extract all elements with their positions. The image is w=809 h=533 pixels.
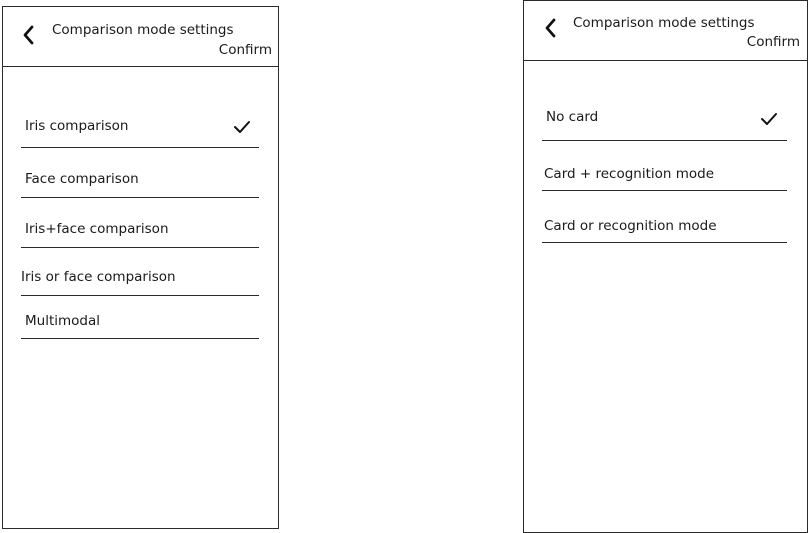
option-label: Iris+face comparison [25,221,169,237]
option-label: Multimodal [25,313,101,329]
option-label: Face comparison [25,171,139,187]
option-card-or-recognition[interactable]: Card or recognition mode [542,201,787,243]
page-title: Comparison mode settings [573,15,755,31]
header: Comparison mode settings Confirm [524,1,807,61]
option-no-card[interactable]: No card [542,97,787,141]
option-iris-comparison[interactable]: Iris comparison [21,107,259,148]
checkmark-icon [761,113,777,125]
back-button[interactable] [19,23,39,47]
option-multimodal[interactable]: Multimodal [21,301,259,339]
chevron-left-icon [545,18,556,38]
option-label: Iris comparison [25,118,129,134]
page-title: Comparison mode settings [52,22,234,38]
option-label: Card + recognition mode [544,166,715,182]
option-face-comparison[interactable]: Face comparison [21,158,259,198]
back-button[interactable] [541,16,561,40]
option-label: No card [546,109,599,125]
option-card-plus-recognition[interactable]: Card + recognition mode [542,151,787,191]
option-iris-face-comparison[interactable]: Iris+face comparison [21,208,259,248]
chevron-left-icon [23,25,34,45]
confirm-button[interactable]: Confirm [747,34,800,50]
option-label: Iris or face comparison [21,269,176,285]
confirm-button[interactable]: Confirm [219,42,272,58]
option-iris-or-face-comparison[interactable]: Iris or face comparison [21,257,259,296]
option-label: Card or recognition mode [544,218,717,234]
comparison-mode-panel-left: Comparison mode settings Confirm Iris co… [2,6,279,529]
checkmark-icon [234,121,250,133]
header: Comparison mode settings Confirm [3,7,278,67]
comparison-mode-panel-right: Comparison mode settings Confirm No card… [523,0,808,533]
